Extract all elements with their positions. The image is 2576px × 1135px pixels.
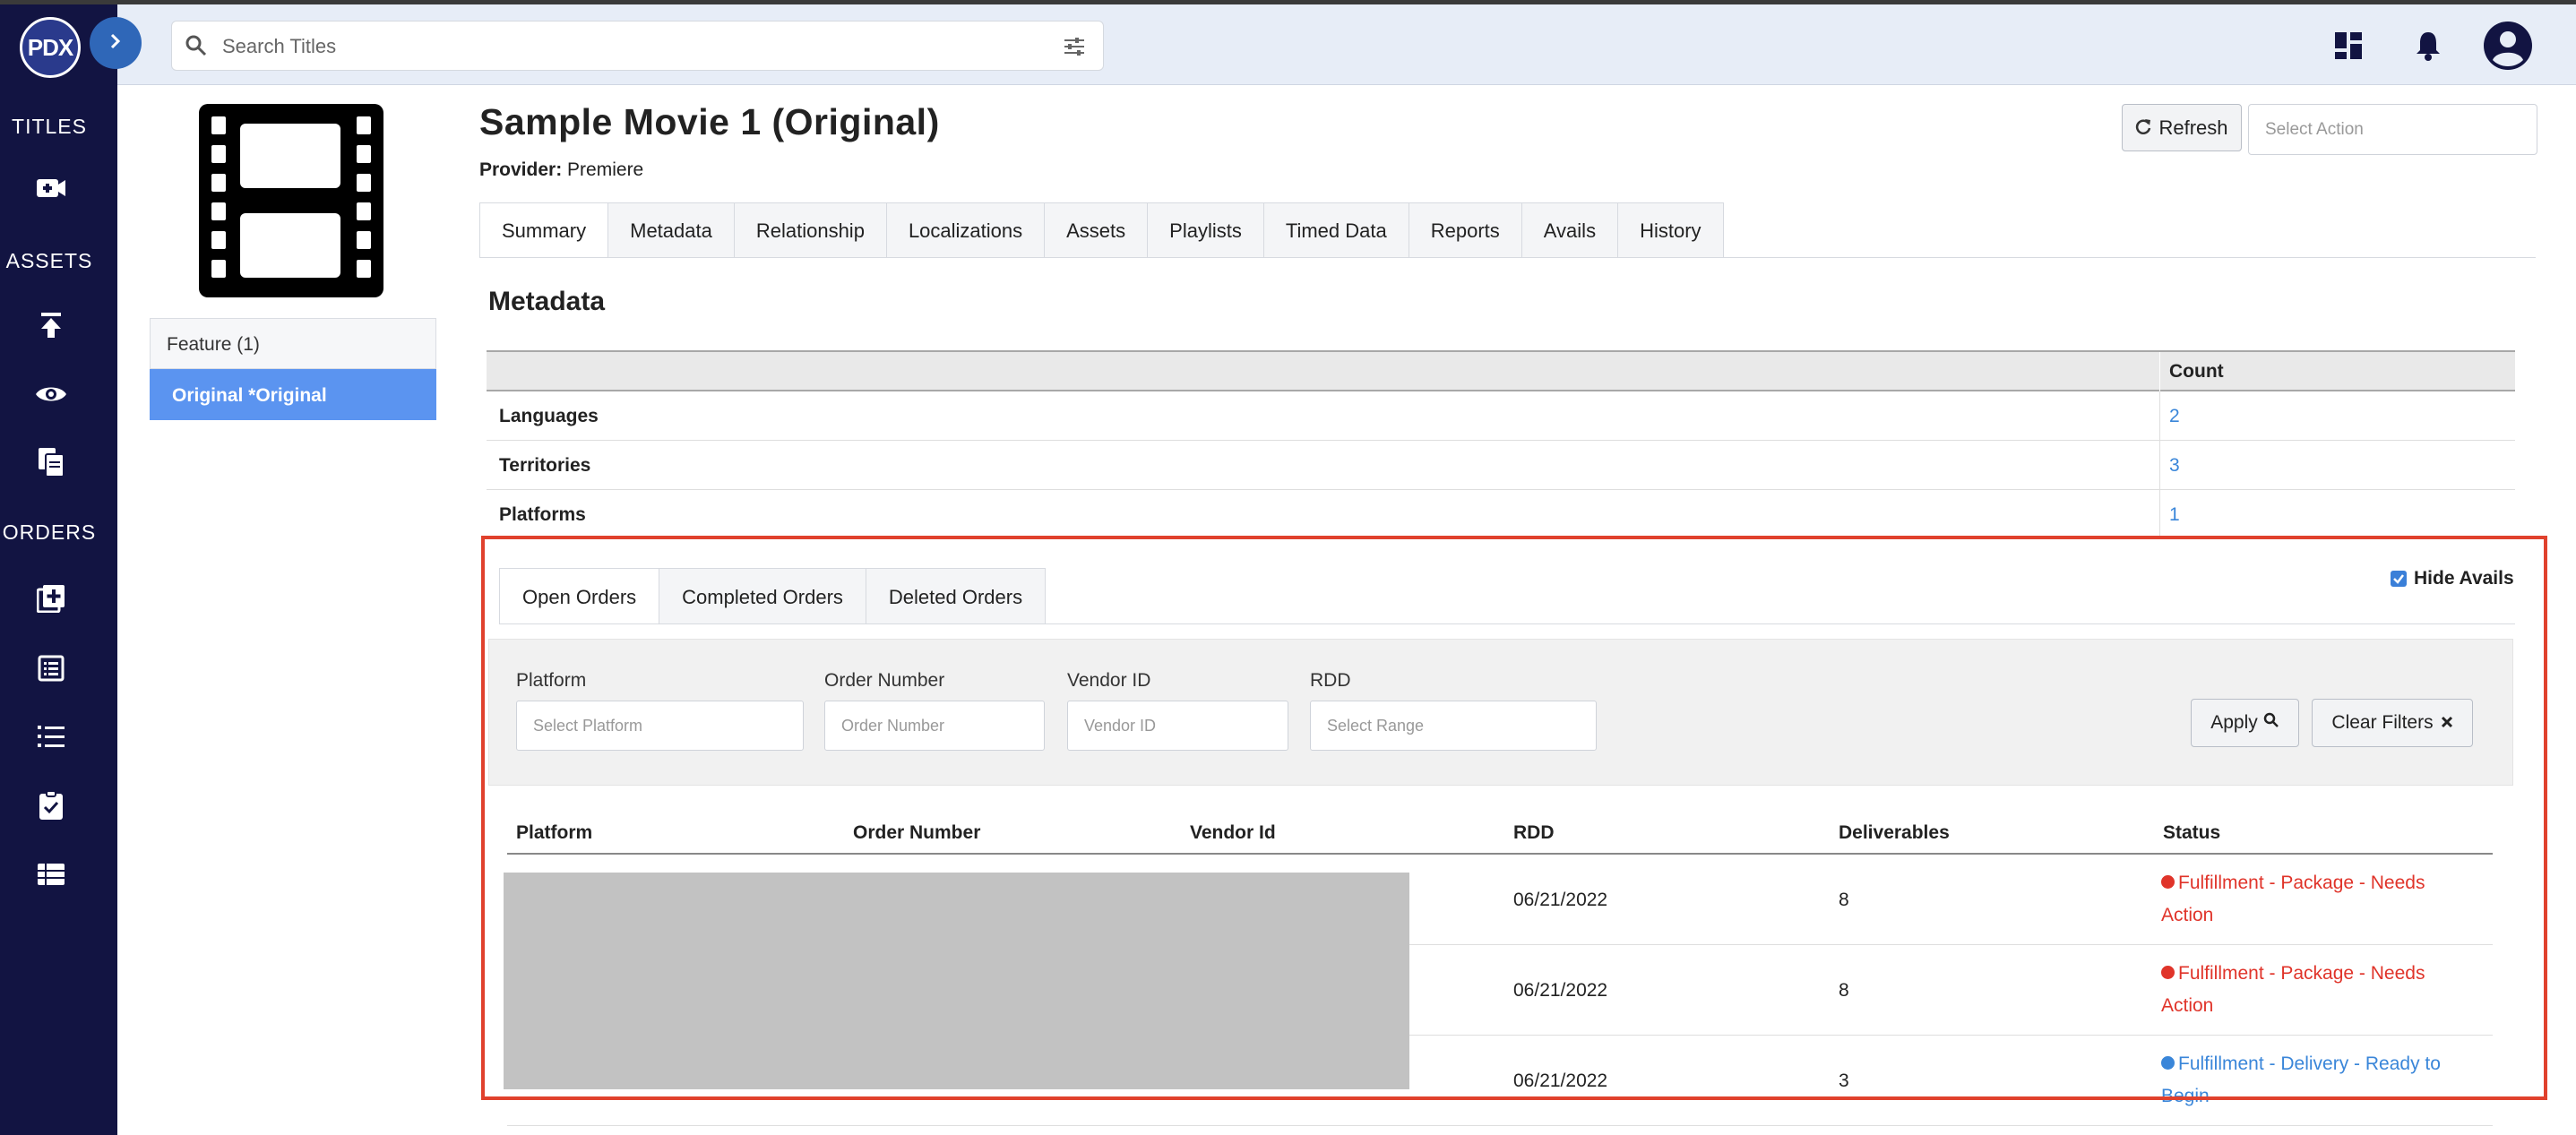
provider-label: Provider: [479, 159, 563, 180]
sidebar-expand-button[interactable] [90, 17, 142, 69]
upload-icon[interactable] [30, 305, 72, 346]
refresh-label: Refresh [2158, 116, 2228, 139]
metadata-table: Count Languages 2 Territories 3 Platform… [487, 350, 2515, 539]
eye-icon[interactable] [30, 374, 72, 415]
clipboard-check-icon[interactable] [30, 785, 72, 826]
sidebar: PDX TITLES ASSETS ORDERS [0, 4, 117, 1135]
table-row: Platforms 1 [487, 490, 2515, 539]
territories-count-link[interactable]: 3 [2159, 441, 2180, 490]
table-list-icon[interactable] [30, 854, 72, 895]
tab-timed-data[interactable]: Timed Data [1263, 202, 1409, 258]
search-box [171, 21, 1104, 71]
list-item-feature[interactable]: Feature (1) [150, 318, 436, 369]
row-label: Platforms [499, 504, 586, 525]
tab-metadata[interactable]: Metadata [608, 202, 735, 258]
tab-localizations[interactable]: Localizations [886, 202, 1046, 258]
row-label: Languages [499, 406, 599, 426]
provider-line: Provider: Premiere [479, 159, 643, 181]
search-titles-input[interactable] [222, 30, 1047, 63]
copy-files-icon[interactable] [30, 442, 72, 483]
tab-assets[interactable]: Assets [1045, 202, 1149, 258]
sidebar-section-assets: ASSETS [5, 249, 93, 272]
tab-relationship[interactable]: Relationship [734, 202, 887, 258]
title-tabs: Summary Metadata Relationship Localizati… [479, 202, 1724, 258]
bell-icon[interactable] [2403, 21, 2453, 71]
top-header [117, 4, 2576, 85]
list-item-original[interactable]: Original *Original [150, 369, 436, 420]
table-bottom-border [507, 1125, 2493, 1126]
account-icon[interactable] [2483, 21, 2533, 71]
highlight-box [481, 536, 2547, 1100]
table-row: Territories 3 [487, 441, 2515, 490]
add-order-icon[interactable] [30, 578, 72, 619]
pdx-logo[interactable]: PDX [20, 17, 81, 78]
tab-avails[interactable]: Avails [1521, 202, 1619, 258]
sidebar-section-orders: ORDERS [2, 520, 97, 544]
tabs-divider [479, 257, 2536, 258]
refresh-icon [2135, 116, 2151, 140]
add-title-icon[interactable] [30, 168, 72, 209]
page-title: Sample Movie 1 (Original) [479, 101, 940, 142]
languages-count-link[interactable]: 2 [2159, 391, 2180, 441]
provider-value: Premiere [567, 159, 644, 180]
metadata-table-header: Count [487, 350, 2515, 391]
table-row: Languages 2 [487, 391, 2515, 441]
chevron-right-icon [108, 32, 123, 55]
ordered-list-icon[interactable] [30, 716, 72, 757]
sidebar-section-titles: TITLES [12, 115, 87, 138]
platforms-count-link[interactable]: 1 [2159, 490, 2180, 539]
title-hierarchy-list: Feature (1) Original *Original [150, 318, 436, 420]
tab-playlists[interactable]: Playlists [1148, 202, 1264, 258]
row-label: Territories [499, 455, 591, 476]
list-box-icon[interactable] [30, 648, 72, 689]
tab-history[interactable]: History [1618, 202, 1724, 258]
count-column-header: Count [2159, 352, 2224, 391]
tab-summary[interactable]: Summary [479, 202, 609, 258]
tab-reports[interactable]: Reports [1409, 202, 1522, 258]
film-poster-icon [199, 104, 383, 297]
dashboard-icon[interactable] [2323, 21, 2374, 71]
sliders-icon[interactable] [1062, 34, 1087, 59]
metadata-section-title: Metadata [488, 287, 606, 316]
refresh-button[interactable]: Refresh [2122, 104, 2242, 151]
search-icon [185, 34, 208, 57]
select-action-dropdown[interactable]: Select Action [2248, 104, 2537, 155]
